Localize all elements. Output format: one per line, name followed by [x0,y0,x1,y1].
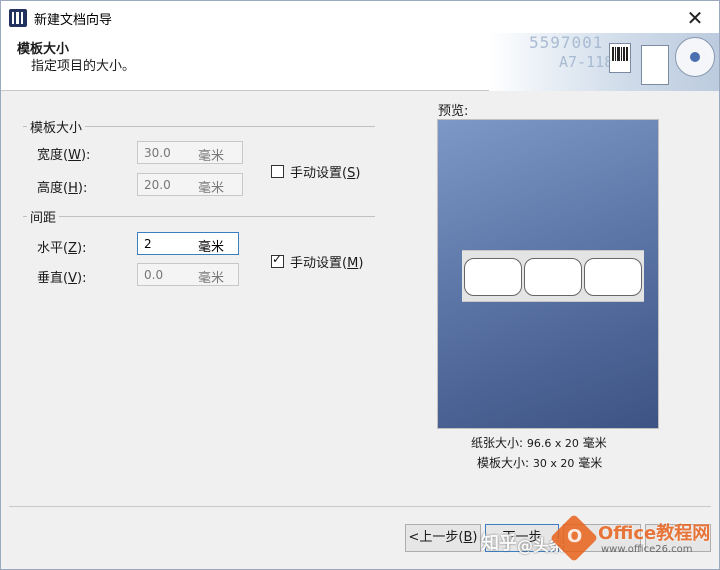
height-field[interactable]: 20.0 毫米 [137,173,243,196]
header-banner-image: 5597001 A7-118 [489,33,719,91]
title-bar: 新建文档向导 ✕ [1,1,719,33]
window-title: 新建文档向导 [34,13,113,28]
label-preview-1 [464,258,522,296]
spacing-group-label: 间距 [27,207,60,226]
close-icon[interactable]: ✕ [677,4,713,32]
cancel-button[interactable] [645,524,711,552]
template-size-group-label: 模板大小 [27,117,86,136]
footer-divider [9,506,711,507]
label-strip [462,250,644,302]
size-manual-checkbox[interactable] [271,165,284,178]
dialog-window: 新建文档向导 ✕ 模板大小 指定项目的大小。 5597001 A7-118 模板… [0,0,720,570]
preview-title: 预览: [438,104,469,119]
wizard-header: 模板大小 指定项目的大小。 5597001 A7-118 [1,33,719,91]
vertical-label: 垂直(V): [37,271,87,286]
banner-text-1: 5597001 [529,33,604,52]
horizontal-label: 水平(Z): [37,241,87,256]
banner-text-2: A7-118 [559,53,614,71]
size-manual-label[interactable]: 手动设置(S) [290,162,360,181]
vertical-spacing-field[interactable]: 0.0 毫米 [137,263,239,286]
horizontal-spacing-field[interactable]: 2 毫米 [137,232,239,255]
disc-icon [675,37,715,77]
next-button[interactable]: 下一步 [485,524,559,552]
template-size-info: 模板大小: 30 x 20 毫米 [477,456,603,470]
shipping-label-icon [641,45,669,85]
width-label: 宽度(W): [37,148,91,163]
label-preview-3 [584,258,642,296]
label-preview-2 [524,258,582,296]
step-subtitle: 指定项目的大小。 [31,59,136,74]
paper-size-info: 纸张大小: 96.6 x 20 毫米 [471,436,607,450]
width-field[interactable]: 30.0 毫米 [137,141,243,164]
preview-canvas [437,119,659,429]
back-button[interactable]: <上一步(B) [405,524,481,552]
finish-button[interactable] [563,524,641,552]
spacing-manual-label[interactable]: 手动设置(M) [290,252,363,271]
spacing-group-line [23,216,375,217]
spacing-manual-checkbox[interactable] [271,252,284,268]
height-label: 高度(H): [37,181,88,196]
app-icon [9,9,27,27]
barcode-icon [609,43,631,73]
